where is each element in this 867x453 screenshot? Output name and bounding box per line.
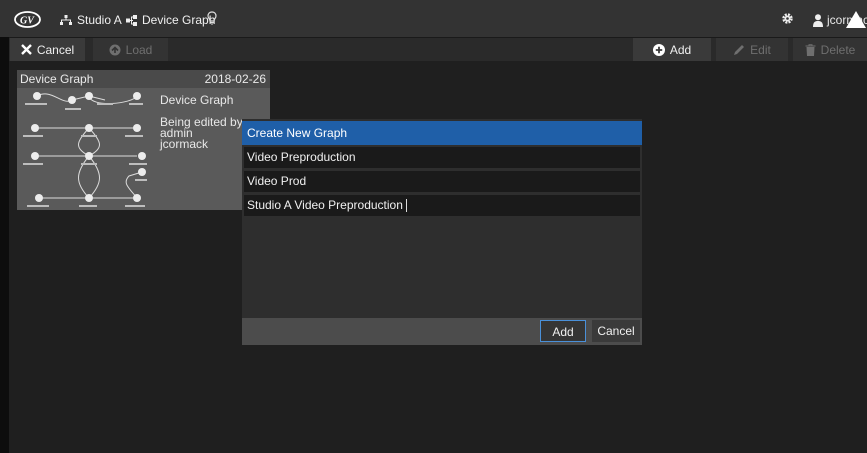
dialog-add-button[interactable]: Add: [540, 320, 586, 342]
cancel-label: Cancel: [36, 42, 75, 57]
edit-button[interactable]: Edit: [716, 38, 788, 61]
graph-card[interactable]: Device Graph 2018-02-26 Device Graph Bei…: [17, 70, 270, 210]
dialog-cancel-label: Cancel: [597, 324, 635, 338]
add-button[interactable]: Add: [633, 38, 711, 61]
text-cursor: [405, 199, 407, 213]
edit-label: Edit: [750, 42, 771, 57]
breadcrumb-label: Studio A: [77, 13, 122, 27]
gv-logo-icon[interactable]: GV: [14, 11, 41, 28]
option-label: Video Prod: [247, 174, 307, 188]
warning-icon[interactable]: [846, 11, 866, 33]
card-date: 2018-02-26: [204, 72, 266, 86]
load-button[interactable]: Load: [93, 38, 168, 61]
editor-name: jcormack: [160, 137, 209, 151]
load-icon: [109, 44, 121, 56]
breadcrumb-device-graph[interactable]: Device Graph: [126, 13, 215, 27]
svg-text:GV: GV: [20, 16, 35, 27]
card-title: Device Graph: [20, 72, 94, 86]
breadcrumb-studio[interactable]: Studio A: [60, 13, 122, 27]
close-icon: [20, 44, 32, 55]
create-graph-dialog: Create New Graph Video Preproduction Vid…: [242, 119, 642, 345]
gear-icon[interactable]: [781, 12, 794, 30]
option-label: Video Preproduction: [247, 150, 356, 164]
lightbulb-icon[interactable]: [207, 11, 217, 25]
graph-name-input[interactable]: Studio A Video Preproduction: [244, 195, 640, 216]
graph-icon: [126, 14, 137, 26]
plus-circle-icon: [652, 43, 665, 56]
sitemap-icon: [60, 14, 72, 26]
dialog-cancel-button[interactable]: Cancel: [592, 320, 640, 342]
load-label: Load: [125, 42, 153, 57]
top-bar: GV Studio A Device Graph jcor c: [0, 0, 867, 37]
card-header: Device Graph 2018-02-26: [17, 70, 270, 88]
dialog-title-text: Create New Graph: [247, 126, 348, 140]
pencil-icon: [733, 44, 745, 56]
graph-name-option[interactable]: Video Prod: [244, 171, 640, 192]
card-graph-name: Device Graph: [160, 93, 234, 107]
dialog-add-label: Add: [552, 325, 574, 339]
dialog-footer: Add Cancel: [242, 318, 642, 345]
editing-status: Being edited by: admin jcormack: [160, 116, 246, 151]
input-value: Studio A Video Preproduction: [247, 198, 403, 212]
dialog-title: Create New Graph: [242, 121, 642, 145]
toolbar: Cancel Load Add Edit Delete: [0, 37, 867, 62]
delete-label: Delete: [820, 42, 856, 57]
add-label: Add: [669, 42, 692, 57]
breadcrumb-label: Device Graph: [142, 13, 216, 27]
delete-button[interactable]: Delete: [793, 38, 867, 61]
user-icon: [813, 13, 823, 27]
left-edge: [0, 37, 9, 453]
graph-thumbnail: [17, 88, 150, 210]
graph-name-option[interactable]: Video Preproduction: [244, 147, 640, 168]
cancel-button[interactable]: Cancel: [10, 38, 85, 61]
trash-icon: [805, 43, 816, 56]
